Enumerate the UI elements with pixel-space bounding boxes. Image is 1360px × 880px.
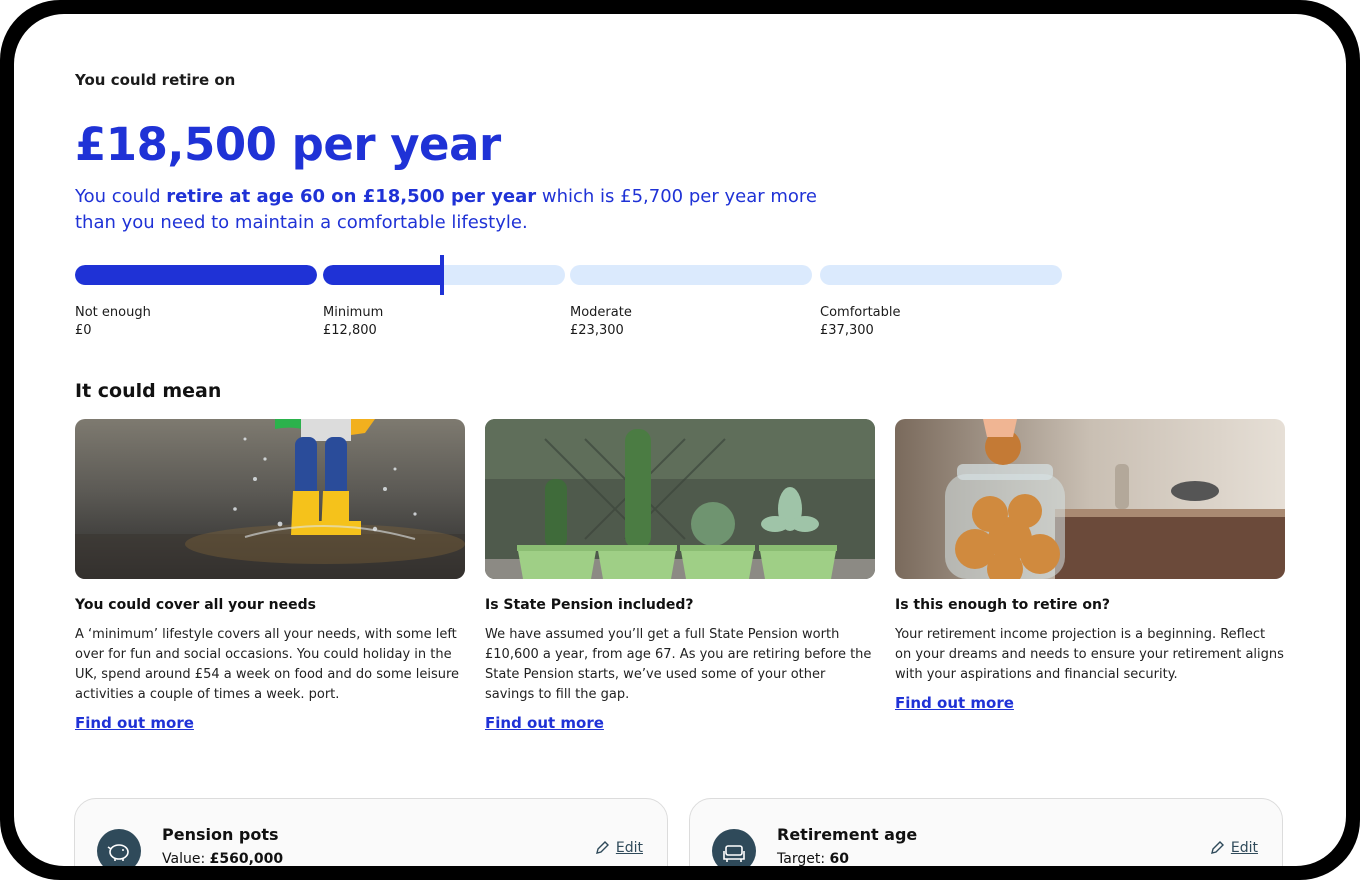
pension-pots-panel: Pension pots Value: £560,000 Edit [74,798,668,866]
scale-tick: Not enough £0 [75,305,151,338]
summary-text: You could [75,186,167,207]
find-out-more-link[interactable]: Find out more [485,714,604,732]
panel-title: Pension pots [162,825,279,844]
cookie-jar-image [895,419,1285,579]
puddle-splash-image [75,419,465,579]
scale-tick: Moderate £23,300 [570,305,632,338]
pencil-icon [1210,841,1224,854]
panel-value: Value: £560,000 [162,851,284,866]
card-text: Your retirement income projection is a b… [895,627,1284,682]
device-frame: You could retire on £18,500 per year You… [0,0,1360,880]
card-text: We have assumed you’ll get a full State … [485,627,872,702]
edit-pension-pots-button[interactable]: Edit [594,840,643,856]
summary-highlight: retire at age 60 on £18,500 per year [166,186,537,207]
scale-tick: Minimum £12,800 [323,305,384,338]
lifestyle-scale: Not enough £0 Minimum £12,800 Moderate £23,… [75,255,1062,338]
card-title: You could cover all your needs [75,597,316,613]
edit-retirement-age-button[interactable]: Edit [1209,840,1258,856]
info-card-state-pension: Is State Pension included? We have assum… [485,419,875,732]
screen: You could retire on £18,500 per year You… [14,14,1346,866]
cacti-image [485,419,875,579]
retirement-age-panel: Retirement age Target: 60 Edit [689,798,1283,866]
find-out-more-link[interactable]: Find out more [895,694,1014,712]
scale-segment-minimum [323,265,565,285]
scale-tick: Comfortable £37,300 [820,305,901,338]
armchair-icon [712,829,756,866]
card-title: Is State Pension included? [485,597,694,613]
panel-title: Retirement age [777,825,918,844]
scale-segment-not-enough [75,265,317,285]
scale-segment-comfortable [820,265,1062,285]
info-card-needs: You could cover all your needs A ‘minimu… [75,419,465,732]
card-title: Is this enough to retire on? [895,597,1111,613]
find-out-more-link[interactable]: Find out more [75,714,194,732]
intro-label: You could retire on [75,71,236,89]
section-title: It could mean [75,380,222,402]
panel-value: Target: 60 [777,851,849,866]
card-text: A ‘minimum’ lifestyle covers all your ne… [75,627,460,702]
info-card-enough: Is this enough to retire on? Your retire… [895,419,1285,712]
piggy-bank-icon [97,829,141,866]
scale-marker [440,255,444,295]
retirement-amount: £18,500 per year [75,118,501,171]
scale-segment-moderate [570,265,812,285]
pencil-icon [595,841,609,854]
retirement-summary: You could retire at age 60 on £18,500 pe… [75,184,845,236]
